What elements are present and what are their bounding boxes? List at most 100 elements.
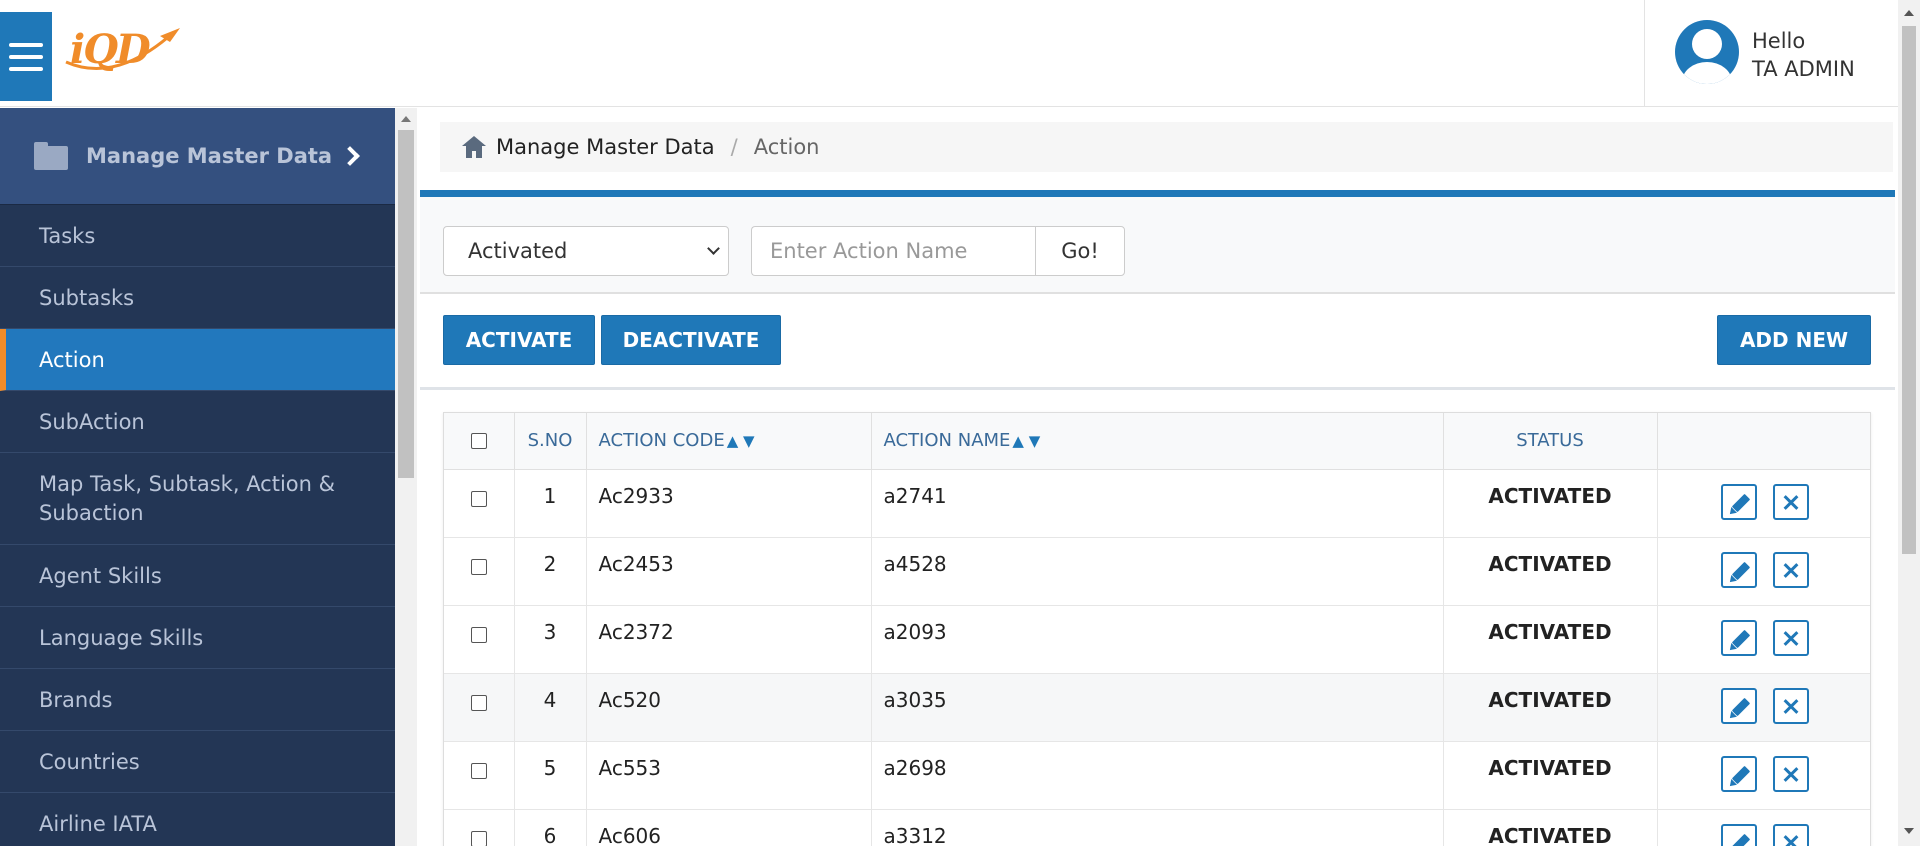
sidebar-item-agent-skills[interactable]: Agent Skills — [0, 545, 395, 607]
activate-button[interactable]: ACTIVATE — [443, 315, 595, 365]
user-menu[interactable]: Hello TA ADMIN — [1644, 0, 1898, 107]
user-avatar-icon[interactable] — [1675, 20, 1739, 84]
close-icon[interactable] — [1772, 755, 1809, 792]
breadcrumb-separator: / — [730, 135, 738, 159]
row-checkbox[interactable] — [470, 695, 487, 711]
sidebar-section-title: Manage Master Data — [86, 144, 333, 168]
sno-header: S.NO — [514, 413, 587, 470]
add-new-button[interactable]: ADD NEW — [1717, 315, 1871, 365]
table-row: 2 Ac2453 a4528 ACTIVATED — [444, 537, 1870, 606]
sidebar-section-header[interactable]: Manage Master Data — [0, 108, 395, 205]
logo-text: iQD — [70, 26, 151, 73]
row-sno: 1 — [514, 469, 587, 538]
user-greeting: Hello TA ADMIN — [1752, 27, 1855, 83]
row-select-cell — [444, 469, 515, 538]
row-status: ACTIVATED — [1443, 469, 1658, 538]
row-checkbox[interactable] — [470, 831, 487, 846]
breadcrumb-home[interactable]: Manage Master Data — [496, 135, 715, 159]
status-select[interactable]: Activated — [443, 226, 729, 276]
greeting-text: Hello — [1752, 29, 1806, 53]
breadcrumb-current: Action — [753, 135, 820, 159]
chevron-right-icon[interactable] — [340, 146, 360, 166]
row-action-name: a2698 — [871, 741, 1444, 810]
row-actions-cell — [1657, 673, 1870, 742]
edit-icon[interactable] — [1720, 823, 1757, 846]
row-status: ACTIVATED — [1443, 605, 1658, 674]
sort-arrows-icon[interactable]: ▲ ▼ — [727, 432, 755, 450]
action-name-search-input[interactable] — [751, 226, 1035, 276]
row-checkbox[interactable] — [470, 491, 487, 507]
main-content: Manage Master Data / Action Activated Go… — [420, 108, 1895, 846]
sidebar-scrollbar-thumb[interactable] — [398, 130, 414, 478]
edit-icon[interactable] — [1720, 619, 1757, 656]
row-select-cell — [444, 537, 515, 606]
row-select-cell — [444, 741, 515, 810]
status-select-value: Activated — [468, 239, 568, 263]
sidebar-scroll-up-icon[interactable] — [401, 116, 411, 122]
row-checkbox[interactable] — [470, 559, 487, 575]
row-action-code: Ac553 — [586, 741, 872, 810]
sidebar-item-tasks[interactable]: Tasks — [0, 205, 395, 267]
table-row: 1 Ac2933 a2741 ACTIVATED — [444, 469, 1870, 538]
edit-icon[interactable] — [1720, 551, 1757, 588]
scroll-down-arrow-icon[interactable] — [1904, 828, 1914, 834]
close-icon[interactable] — [1772, 687, 1809, 724]
action-code-header-label: ACTION CODE — [598, 430, 725, 452]
close-icon[interactable] — [1772, 483, 1809, 520]
action-name-header-label: ACTION NAME — [883, 430, 1011, 452]
row-action-code: Ac2453 — [586, 537, 872, 606]
row-checkbox[interactable] — [470, 763, 487, 779]
row-action-name: a3312 — [871, 809, 1444, 846]
sidebar-item-language-skills[interactable]: Language Skills — [0, 607, 395, 669]
row-sno: 4 — [514, 673, 587, 742]
sidebar-item-map-task[interactable]: Map Task, Subtask, Action & Subaction — [0, 453, 395, 545]
action-code-header[interactable]: ACTION CODE ▲ ▼ — [586, 413, 872, 470]
top-header: iQD Hello TA ADMIN — [0, 0, 1898, 107]
row-select-cell — [444, 809, 515, 846]
sidebar-item-action[interactable]: Action — [0, 329, 395, 391]
row-sno: 3 — [514, 605, 587, 674]
sidebar-item-subaction[interactable]: SubAction — [0, 391, 395, 453]
row-actions-cell — [1657, 741, 1870, 810]
page-scrollbar-thumb[interactable] — [1902, 26, 1916, 554]
edit-icon[interactable] — [1720, 687, 1757, 724]
select-all-header — [444, 413, 515, 470]
action-name-header[interactable]: ACTION NAME ▲ ▼ — [871, 413, 1444, 470]
breadcrumb: Manage Master Data / Action — [440, 122, 1893, 172]
sidebar-scrollbar[interactable] — [395, 108, 417, 846]
close-icon[interactable] — [1772, 823, 1809, 846]
company-logo[interactable]: iQD — [56, 22, 180, 80]
row-action-name: a2093 — [871, 605, 1444, 674]
row-actions-cell — [1657, 469, 1870, 538]
table-header-row: S.NO ACTION CODE ▲ ▼ ACTION NAME ▲ ▼ STATU… — [444, 413, 1870, 470]
action-bar: ACTIVATE DEACTIVATE ADD NEW — [420, 294, 1895, 390]
sidebar-item-brands[interactable]: Brands — [0, 669, 395, 731]
close-icon[interactable] — [1772, 619, 1809, 656]
row-action-name: a3035 — [871, 673, 1444, 742]
menu-icon[interactable] — [0, 12, 52, 101]
scroll-up-arrow-icon[interactable] — [1904, 10, 1914, 16]
row-status: ACTIVATED — [1443, 809, 1658, 846]
row-action-name: a4528 — [871, 537, 1444, 606]
row-sno: 2 — [514, 537, 587, 606]
edit-icon[interactable] — [1720, 755, 1757, 792]
home-icon[interactable] — [462, 136, 486, 158]
sidebar-item-subtasks[interactable]: Subtasks — [0, 267, 395, 329]
row-actions-cell — [1657, 809, 1870, 846]
sidebar-item-airline-iata[interactable]: Airline IATA — [0, 793, 395, 846]
row-checkbox[interactable] — [470, 627, 487, 643]
close-icon[interactable] — [1772, 551, 1809, 588]
go-button[interactable]: Go! — [1035, 226, 1125, 276]
row-action-code: Ac2933 — [586, 469, 872, 538]
sidebar-item-countries[interactable]: Countries — [0, 731, 395, 793]
page-scrollbar[interactable] — [1898, 0, 1920, 846]
row-action-name: a2741 — [871, 469, 1444, 538]
table-row: 4 Ac520 a3035 ACTIVATED — [444, 673, 1870, 742]
edit-icon[interactable] — [1720, 483, 1757, 520]
row-status: ACTIVATED — [1443, 741, 1658, 810]
select-all-checkbox[interactable] — [470, 433, 487, 450]
deactivate-button[interactable]: DEACTIVATE — [601, 315, 781, 365]
row-status: ACTIVATED — [1443, 537, 1658, 606]
filter-panel: Activated Go! — [420, 190, 1895, 294]
sort-arrows-icon[interactable]: ▲ ▼ — [1012, 432, 1040, 450]
